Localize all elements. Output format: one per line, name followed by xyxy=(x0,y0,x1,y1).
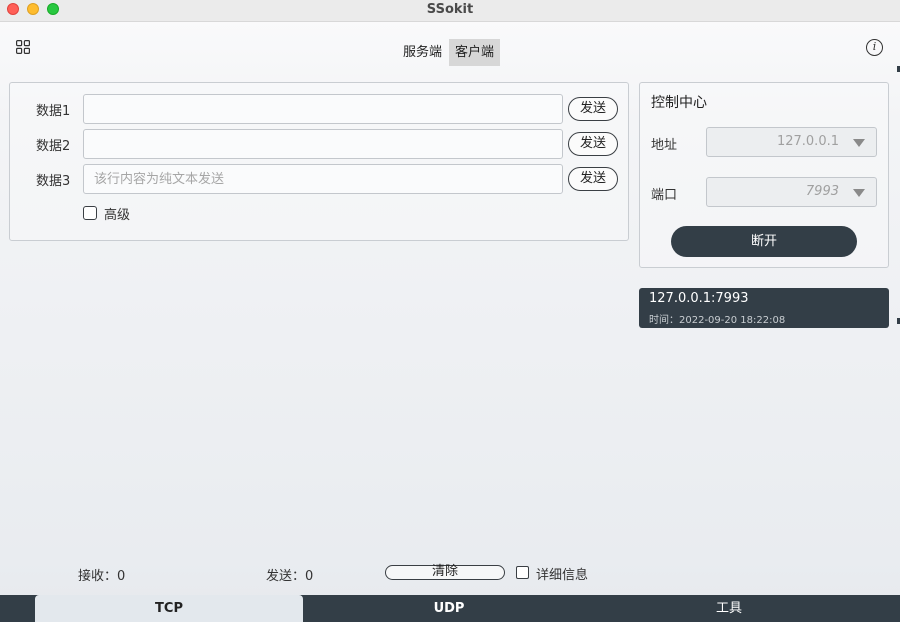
title-bar: SSokit xyxy=(0,0,900,22)
control-center-panel: 控制中心 地址 127.0.0.1 端口 7993 断开 xyxy=(639,82,889,268)
advanced-label: 高级 xyxy=(104,208,131,223)
data1-send-button[interactable]: 发送 xyxy=(568,97,618,121)
address-value: 127.0.0.1 xyxy=(776,134,839,149)
data1-input[interactable] xyxy=(83,94,563,124)
bottom-tab-bar: TCP UDP 工具 xyxy=(0,595,900,622)
address-label: 地址 xyxy=(651,138,678,153)
connection-time: 时间：2022-09-20 18:22:08 xyxy=(649,315,786,326)
tab-udp[interactable]: UDP xyxy=(304,595,594,622)
data-panel: 数据1 发送 数据2 发送 数据3 发送 高级 xyxy=(9,82,629,241)
data3-input[interactable] xyxy=(83,164,563,194)
port-select[interactable]: 7993 xyxy=(706,177,877,207)
tab-server[interactable]: 服务端 xyxy=(397,39,448,66)
info-icon[interactable]: i xyxy=(866,39,883,56)
detail-checkbox[interactable] xyxy=(516,566,529,579)
chevron-down-icon xyxy=(853,189,865,197)
received-count: 接收：0 xyxy=(78,569,126,584)
grid-icon[interactable] xyxy=(16,40,30,54)
connection-item[interactable]: 127.0.0.1:7993 时间：2022-09-20 18:22:08 xyxy=(639,288,889,328)
app-window: SSokit 服务端 客户端 i 数据1 发送 数据2 发送 数据3 发送 高级… xyxy=(0,0,900,622)
control-center-title: 控制中心 xyxy=(651,95,707,111)
connection-address: 127.0.0.1:7993 xyxy=(649,291,749,306)
tab-tools[interactable]: 工具 xyxy=(594,595,864,622)
port-value: 7993 xyxy=(805,184,839,199)
sent-count: 发送：0 xyxy=(266,569,314,584)
data2-send-button[interactable]: 发送 xyxy=(568,132,618,156)
data3-label: 数据3 xyxy=(36,174,71,189)
disconnect-button[interactable]: 断开 xyxy=(671,226,857,257)
chevron-down-icon xyxy=(853,139,865,147)
data1-label: 数据1 xyxy=(36,104,71,119)
data2-input[interactable] xyxy=(83,129,563,159)
window-title: SSokit xyxy=(426,2,474,17)
detail-label: 详细信息 xyxy=(536,568,589,583)
advanced-checkbox[interactable] xyxy=(83,206,97,220)
address-select[interactable]: 127.0.0.1 xyxy=(706,127,877,157)
data2-label: 数据2 xyxy=(36,139,71,154)
port-label: 端口 xyxy=(651,188,678,203)
tab-client[interactable]: 客户端 xyxy=(449,39,501,66)
data3-send-button[interactable]: 发送 xyxy=(568,167,618,191)
tab-tcp[interactable]: TCP xyxy=(35,595,303,622)
clear-button[interactable]: 清除 xyxy=(385,565,505,580)
